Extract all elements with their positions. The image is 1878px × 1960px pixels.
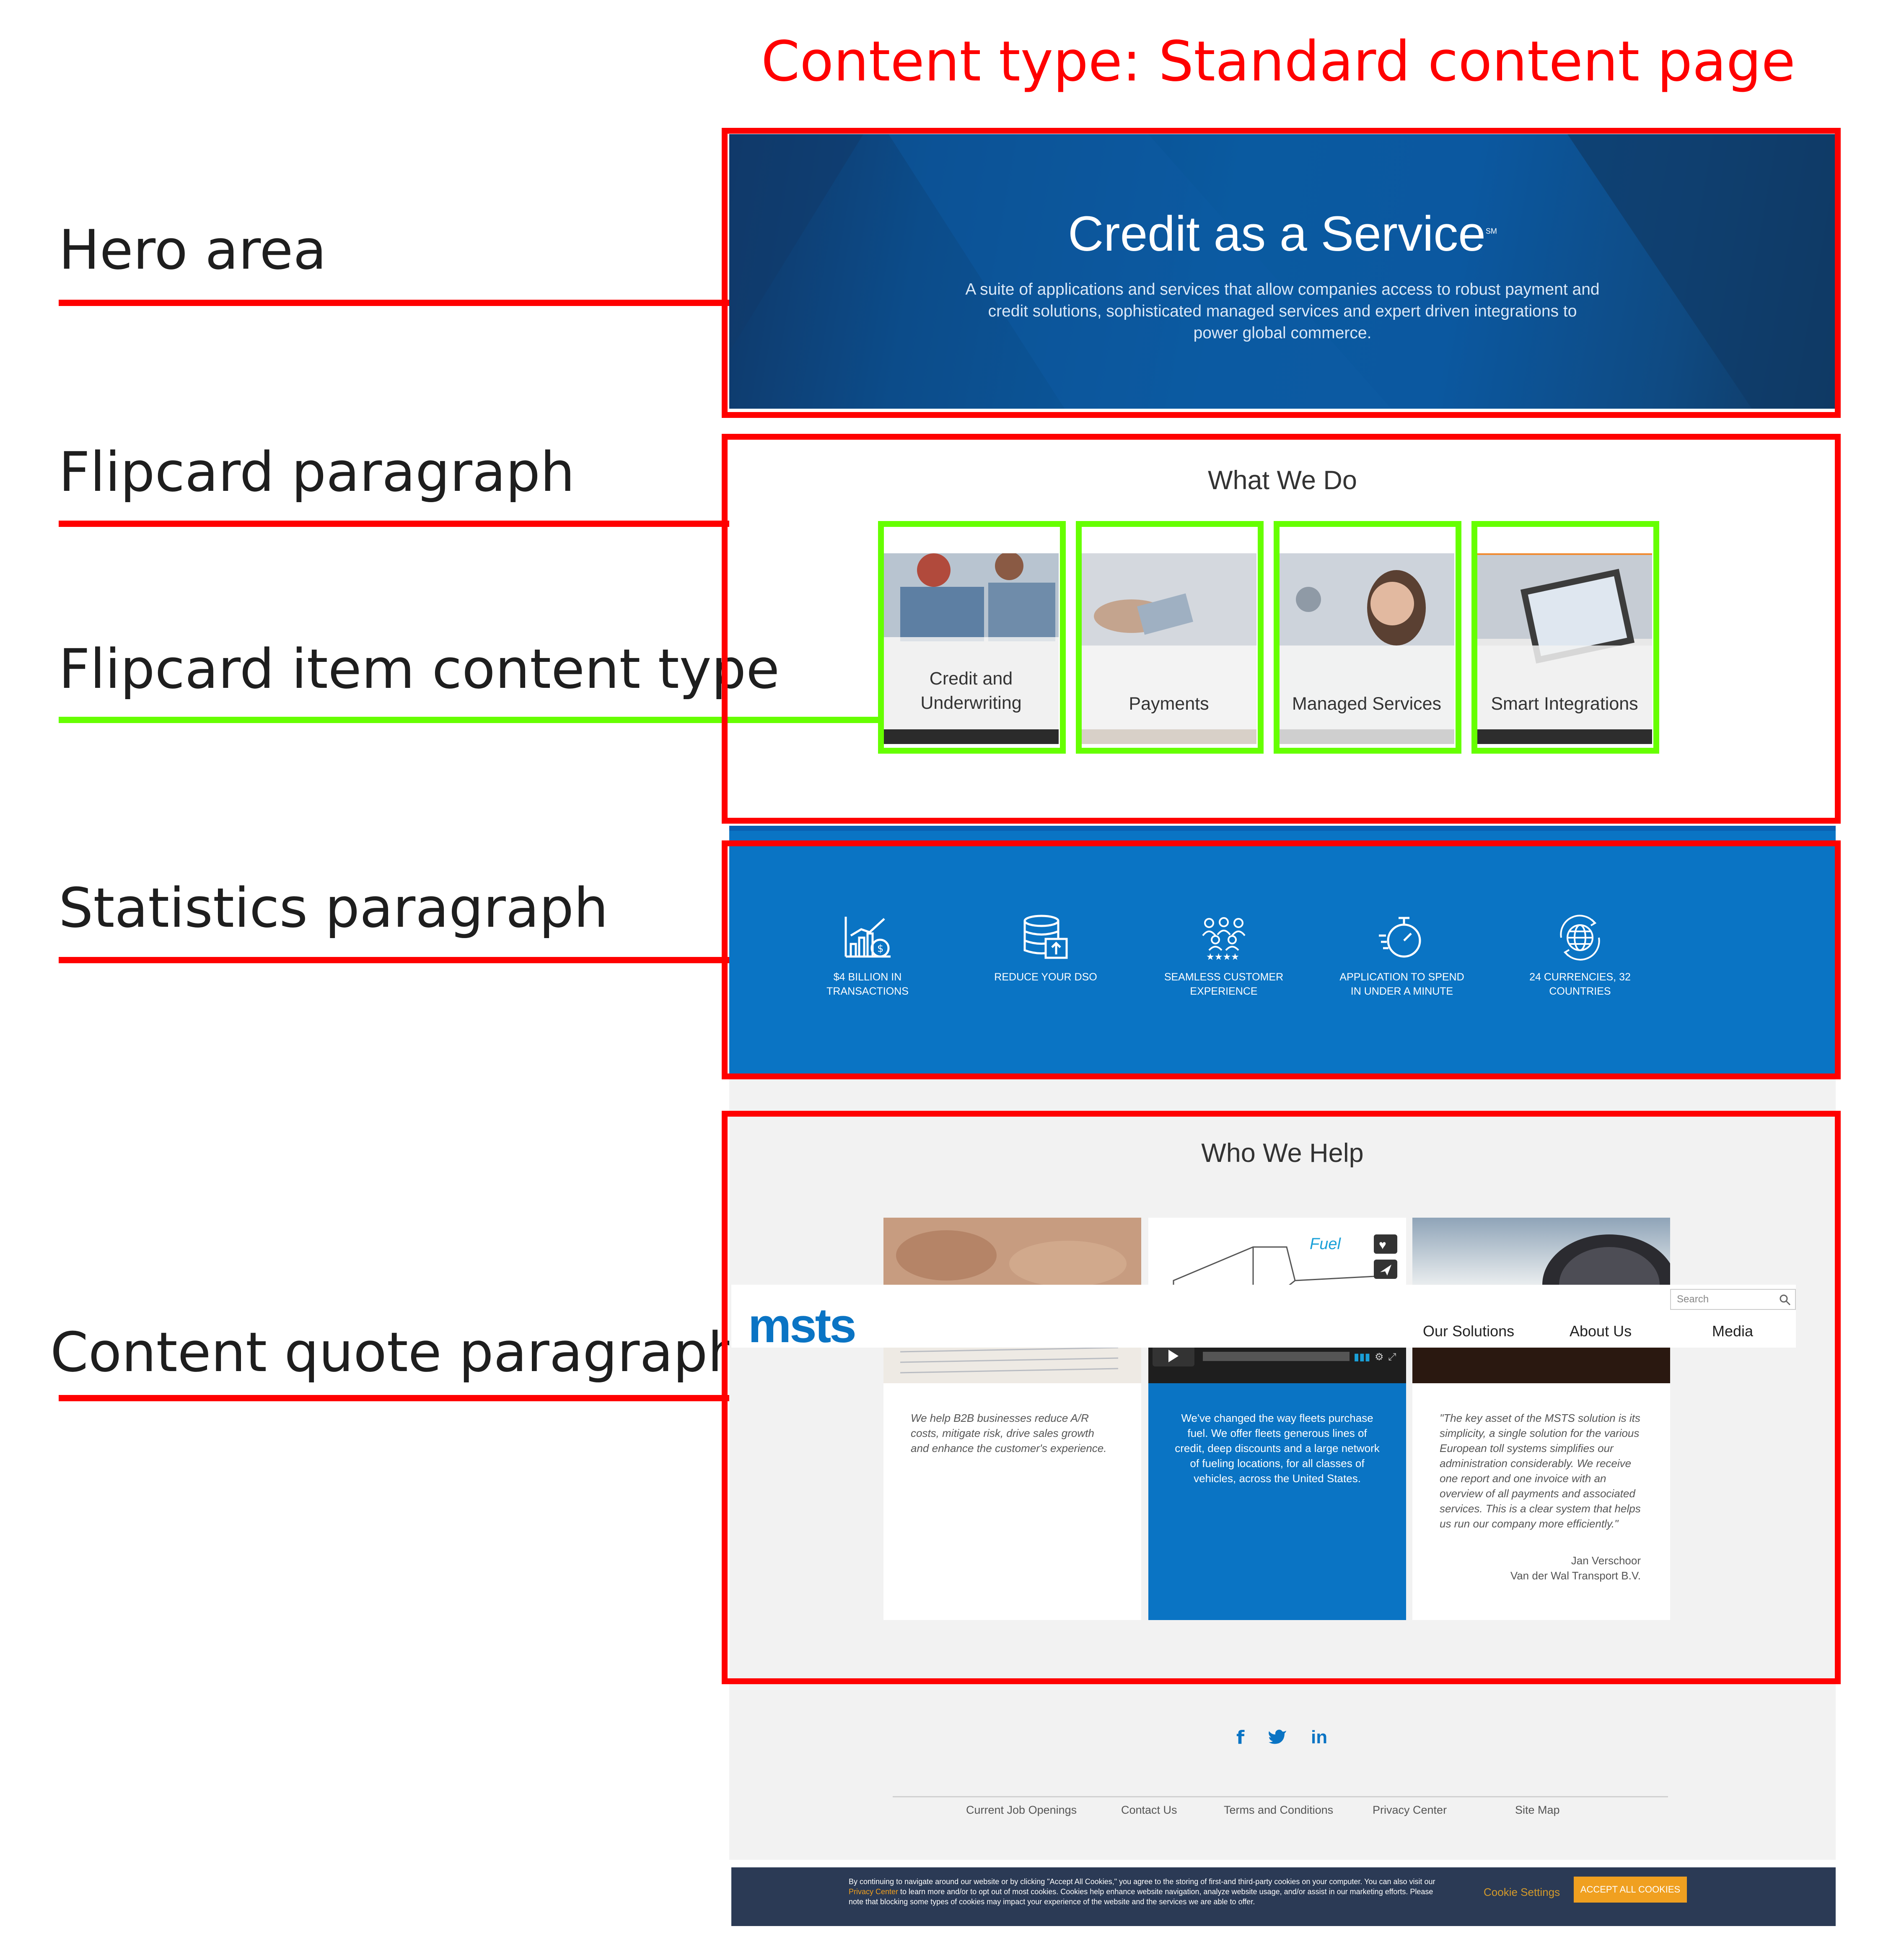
privacy-center-link[interactable]: Privacy Center — [849, 1887, 898, 1896]
hero-connector-line — [59, 300, 729, 306]
footer-site-map[interactable]: Site Map — [1515, 1804, 1560, 1817]
footer-divider — [893, 1796, 1668, 1797]
cookie-notice-text: By continuing to navigate around our web… — [849, 1877, 1435, 1906]
footer-privacy-center[interactable]: Privacy Center — [1373, 1804, 1447, 1817]
flipcard-item-outline-1 — [878, 521, 1066, 754]
facebook-icon[interactable]: f — [1236, 1727, 1244, 1748]
flipcard-connector-line — [59, 521, 729, 527]
hero-region-outline — [722, 128, 1841, 418]
statistics-region-outline — [722, 840, 1841, 1079]
twitter-icon[interactable] — [1268, 1728, 1287, 1745]
footer-contact-us[interactable]: Contact Us — [1121, 1804, 1177, 1817]
flipcard-item-outline-4 — [1471, 521, 1659, 754]
linkedin-icon[interactable]: in — [1311, 1727, 1327, 1748]
cookie-banner: By continuing to navigate around our web… — [731, 1867, 1836, 1926]
label-flipcard-item: Flipcard item content type — [59, 637, 780, 701]
footer-job-openings[interactable]: Current Job Openings — [966, 1804, 1077, 1817]
label-statistics-paragraph: Statistics paragraph — [59, 876, 609, 940]
content-quote-connector-line — [59, 1395, 729, 1401]
label-hero-area: Hero area — [59, 218, 327, 282]
flipcard-item-outline-2 — [1076, 521, 1264, 754]
content-quote-region-outline — [722, 1111, 1841, 1684]
flipcard-item-outline-3 — [1274, 521, 1461, 754]
statistics-connector-line — [59, 957, 729, 963]
accept-all-cookies-button[interactable]: ACCEPT ALL COOKIES — [1574, 1877, 1687, 1903]
annotation-title: Content type: Standard content page — [761, 29, 1795, 94]
cookie-settings-link[interactable]: Cookie Settings — [1484, 1886, 1560, 1899]
footer-terms[interactable]: Terms and Conditions — [1224, 1804, 1333, 1817]
label-flipcard-paragraph: Flipcard paragraph — [59, 440, 575, 504]
label-content-quote: Content quote paragraph — [50, 1320, 742, 1384]
